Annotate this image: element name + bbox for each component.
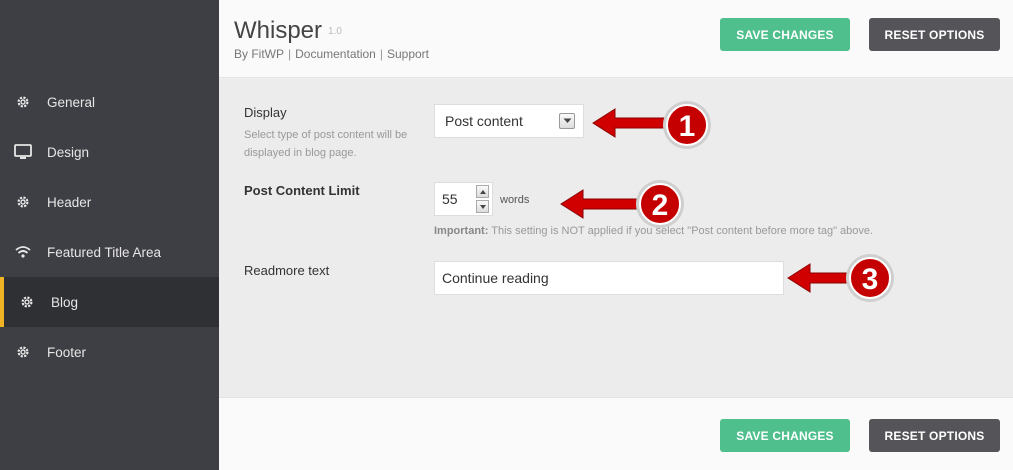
active-indicator [0,277,4,327]
display-label: Display [244,105,287,120]
post-content-limit-value: 55 [442,191,458,207]
gear-icon [14,343,32,361]
page-footer: SAVE CHANGES RESET OPTIONS [219,397,1013,470]
gear-icon [14,193,32,211]
save-changes-button[interactable]: SAVE CHANGES [720,419,850,452]
callout-number-1: 1 [679,110,696,143]
sidebar-item-label: Design [47,144,90,160]
display-select[interactable]: Post content [434,104,584,138]
page-title: Whisper 1.0 [234,17,342,45]
documentation-link[interactable]: Documentation [295,47,376,61]
readmore-input[interactable]: Continue reading [434,261,784,295]
post-content-limit-input[interactable]: 55 [434,182,493,216]
callout-number-2: 2 [652,189,669,222]
post-content-limit-label: Post Content Limit [244,183,360,198]
theme-name: Whisper [234,17,323,44]
reset-options-button[interactable]: RESET OPTIONS [869,18,1000,51]
decrement-icon[interactable] [476,200,489,213]
readmore-label: Readmore text [244,263,330,278]
readmore-input-value: Continue reading [442,270,549,286]
sidebar-item-label: Blog [51,294,79,310]
sidebar-item-general[interactable]: General [0,77,219,127]
gear-icon [14,93,32,111]
header-links: By FitWP | Documentation | Support [234,47,429,61]
separator: | [379,47,383,61]
words-unit: words [500,194,530,206]
reset-options-button[interactable]: RESET OPTIONS [869,419,1000,452]
sidebar-item-footer[interactable]: Footer [0,327,219,377]
version-badge: 1.0 [328,26,342,38]
sidebar-item-label: General [47,94,96,110]
display-select-value: Post content [445,113,523,129]
callout-number-3: 3 [862,263,879,296]
sidebar-item-label: Featured Title Area [47,244,162,260]
sidebar-item-label: Header [47,194,92,210]
increment-icon[interactable] [476,185,489,198]
sidebar-item-label: Footer [47,344,87,360]
separator: | [288,47,292,61]
sidebar: General Design Header Featured Title Are… [0,0,219,470]
callout-arrow-3: 3 [787,254,894,302]
author-link[interactable]: By FitWP [234,47,284,61]
page-header: Whisper 1.0 By FitWP | Documentation | Suppor… [219,0,1013,78]
callout-arrow-1: 1 [592,101,711,149]
settings-panel: Display Select type of post content will… [219,79,1013,397]
save-changes-button[interactable]: SAVE CHANGES [720,18,850,51]
sidebar-item-featured-title-area[interactable]: Featured Title Area [0,227,219,277]
chevron-down-icon[interactable] [559,113,575,129]
callout-arrow-2: 2 [560,180,684,228]
wifi-icon [14,243,32,261]
display-description: Select type of post content will be disp… [244,129,408,159]
sidebar-item-design[interactable]: Design [0,127,219,177]
sidebar-item-blog[interactable]: Blog [0,277,219,327]
gear-icon [18,293,36,311]
monitor-icon [14,143,32,161]
sidebar-item-header[interactable]: Header [0,177,219,227]
note-important: Important: [434,225,489,237]
support-link[interactable]: Support [387,47,429,61]
